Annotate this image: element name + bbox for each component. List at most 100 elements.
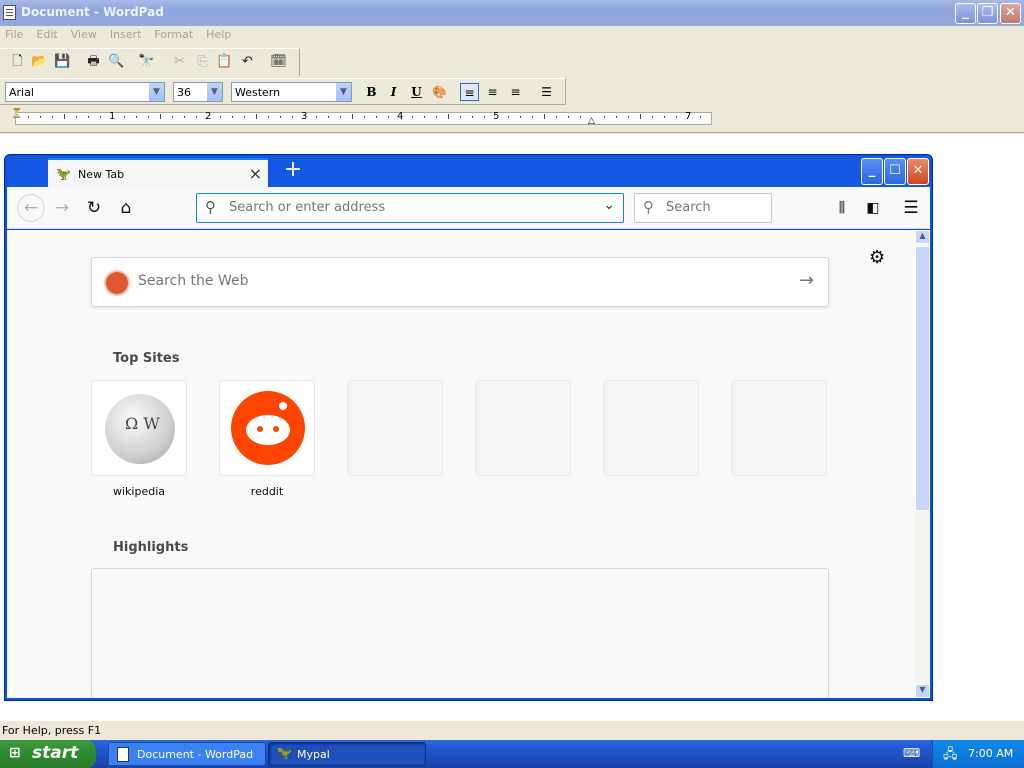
ruler-mark bbox=[460, 116, 461, 118]
color-palette-icon[interactable]: 🎨 bbox=[430, 83, 449, 101]
start-label: start bbox=[32, 743, 79, 763]
underline-button[interactable]: U bbox=[407, 83, 426, 101]
menu-format[interactable]: Format bbox=[154, 26, 193, 41]
ruler-mark bbox=[328, 116, 329, 118]
search-box[interactable]: ⚲ bbox=[634, 193, 772, 223]
chevron-down-icon[interactable]: ▼ bbox=[206, 83, 222, 101]
find-icon[interactable]: 🔭 bbox=[138, 54, 155, 70]
paste-icon[interactable]: 📋 bbox=[216, 54, 233, 70]
top-site-label[interactable]: wikipedia bbox=[91, 485, 187, 498]
right-indent-marker-icon[interactable]: △ bbox=[588, 116, 595, 126]
menu-icon[interactable]: ☰ bbox=[900, 197, 922, 219]
close-tab-icon[interactable]: × bbox=[249, 164, 262, 183]
scroll-up-icon[interactable]: ▲ bbox=[915, 230, 930, 244]
ruler[interactable]: ⏳ △ 1 2 3 4 5 7 bbox=[0, 107, 1024, 133]
insert-datetime-icon[interactable]: 🗓 bbox=[270, 54, 287, 70]
ruler-mark bbox=[268, 116, 269, 118]
wordpad-title-bar[interactable]: Document - WordPad _ ❐ ✕ bbox=[0, 0, 1024, 26]
top-site-label[interactable]: reddit bbox=[219, 485, 315, 498]
web-search-input[interactable] bbox=[138, 273, 738, 289]
ruler-mark bbox=[148, 116, 149, 118]
minimize-button[interactable]: _ bbox=[955, 3, 976, 24]
top-site-empty[interactable] bbox=[603, 380, 699, 476]
home-icon[interactable]: ⌂ bbox=[115, 197, 137, 219]
align-left-button[interactable]: ≡ bbox=[460, 83, 479, 101]
open-folder-icon[interactable]: 📂 bbox=[31, 54, 48, 70]
ruler-mark bbox=[100, 116, 101, 118]
menu-bar: File Edit View Insert Format Help bbox=[0, 26, 1024, 45]
back-icon[interactable]: ← bbox=[17, 194, 45, 222]
align-center-button[interactable]: ≡ bbox=[483, 83, 502, 101]
sidebar-icon[interactable]: ◧ bbox=[862, 197, 884, 219]
ruler-mark bbox=[616, 116, 617, 118]
top-site-reddit[interactable] bbox=[219, 380, 315, 476]
browser-maximize-button[interactable]: ☐ bbox=[884, 158, 906, 185]
url-input[interactable] bbox=[229, 200, 589, 215]
system-tray: 🖧 7:00 AM bbox=[932, 740, 1024, 768]
scroll-thumb[interactable] bbox=[915, 246, 930, 511]
browser-close-button[interactable]: ✕ bbox=[907, 158, 929, 185]
scrollbar[interactable]: ▲ ▼ bbox=[915, 230, 930, 698]
browser-window: 🦖 New Tab × + _ ☐ ✕ ← → ↻ ⌂ ⚲ ⌄ ⚲ ⫼ ◧ ☰ … bbox=[4, 154, 933, 701]
italic-button[interactable]: I bbox=[384, 83, 403, 101]
ruler-mark bbox=[28, 116, 29, 118]
scroll-down-icon[interactable]: ▼ bbox=[915, 684, 930, 698]
search-input[interactable] bbox=[666, 200, 766, 215]
search-icon: ⚲ bbox=[205, 198, 216, 216]
font-name-value: Arial bbox=[9, 86, 34, 99]
taskbar-item-mypal[interactable]: 🦖 Mypal bbox=[268, 742, 426, 766]
taskbar-item-wordpad[interactable]: Document - WordPad bbox=[108, 742, 266, 766]
gear-icon[interactable]: ⚙ bbox=[869, 247, 885, 268]
arrow-right-icon[interactable]: → bbox=[799, 270, 814, 291]
restore-button[interactable]: ❐ bbox=[977, 3, 998, 24]
wordpad-document-icon[interactable] bbox=[3, 5, 16, 20]
library-icon[interactable]: ⫼ bbox=[831, 197, 853, 219]
web-search-box[interactable]: → bbox=[91, 257, 829, 307]
browser-minimize-button[interactable]: _ bbox=[861, 158, 883, 185]
chevron-down-icon[interactable]: ▼ bbox=[335, 83, 351, 101]
menu-edit[interactable]: Edit bbox=[36, 26, 57, 41]
ruler-mark bbox=[184, 116, 185, 118]
menu-file[interactable]: File bbox=[5, 26, 23, 41]
ruler-mark bbox=[136, 116, 137, 118]
clock[interactable]: 7:00 AM bbox=[968, 747, 1013, 760]
status-text: For Help, press F1 bbox=[2, 724, 102, 737]
print-preview-icon[interactable]: 🔍 bbox=[108, 54, 125, 70]
ruler-mark bbox=[160, 114, 161, 119]
chevron-down-icon[interactable]: ⌄ bbox=[603, 197, 615, 213]
top-site-wikipedia[interactable]: Ω W bbox=[91, 380, 187, 476]
indent-marker-icon[interactable]: ⏳ bbox=[11, 109, 22, 119]
mypal-icon: 🦖 bbox=[277, 746, 292, 760]
new-document-icon[interactable]: 🗋 bbox=[9, 54, 26, 70]
tab-new-tab[interactable]: 🦖 New Tab × bbox=[48, 158, 268, 188]
ruler-mark bbox=[664, 116, 665, 118]
reload-icon[interactable]: ↻ bbox=[83, 197, 105, 219]
chevron-down-icon[interactable]: ▼ bbox=[148, 83, 164, 101]
font-size-select[interactable]: 36 ▼ bbox=[173, 82, 223, 102]
network-icon[interactable]: 🖧 bbox=[943, 745, 958, 767]
print-icon[interactable]: 🖶 bbox=[85, 54, 102, 70]
script-select[interactable]: Western ▼ bbox=[231, 82, 352, 102]
copy-icon[interactable]: ⎘ bbox=[194, 54, 211, 70]
bullets-button[interactable]: ☰ bbox=[537, 83, 556, 101]
undo-icon[interactable]: ↶ bbox=[239, 54, 256, 70]
new-tab-button[interactable]: + bbox=[280, 158, 306, 184]
top-site-empty[interactable] bbox=[347, 380, 443, 476]
save-icon[interactable]: 💾 bbox=[54, 54, 71, 70]
new-tab-page: ⚙ → Top Sites Ω W wikipedia reddit Highl… bbox=[7, 230, 915, 698]
font-name-select[interactable]: Arial ▼ bbox=[5, 82, 165, 102]
start-button[interactable]: ⊞ start bbox=[0, 740, 96, 768]
align-right-button[interactable]: ≡ bbox=[506, 83, 525, 101]
menu-insert[interactable]: Insert bbox=[110, 26, 142, 41]
close-button[interactable]: ✕ bbox=[1000, 3, 1021, 24]
top-site-empty[interactable] bbox=[731, 380, 827, 476]
cut-icon[interactable]: ✂ bbox=[171, 54, 188, 70]
bold-button[interactable]: B bbox=[362, 83, 381, 101]
ruler-mark bbox=[172, 116, 173, 118]
keyboard-icon[interactable]: ⌨ bbox=[903, 746, 921, 762]
menu-help[interactable]: Help bbox=[206, 26, 231, 41]
forward-icon[interactable]: → bbox=[51, 197, 73, 219]
url-bar[interactable]: ⚲ ⌄ bbox=[196, 193, 624, 223]
top-site-empty[interactable] bbox=[475, 380, 571, 476]
menu-view[interactable]: View bbox=[71, 26, 97, 41]
